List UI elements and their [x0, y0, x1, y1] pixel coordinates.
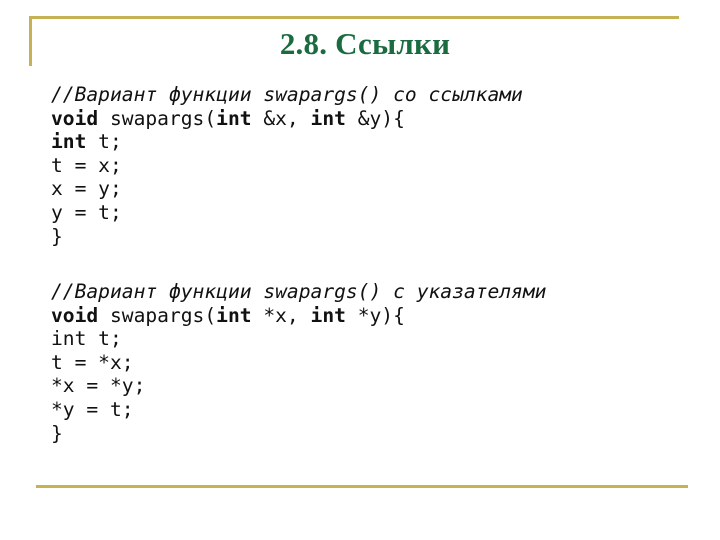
top-rule-divider	[29, 16, 679, 19]
code-text: *y){	[345, 303, 405, 327]
code-text: }	[51, 224, 63, 248]
code-comment-line: //Вариант функции swapargs() со ссылками	[51, 83, 523, 107]
code-text: int t;	[51, 327, 122, 351]
code-keyword: void	[51, 303, 99, 327]
code-text: *x = *y;	[51, 374, 146, 398]
code-keyword: int	[216, 106, 252, 130]
code-text: t;	[86, 130, 122, 154]
code-line: void swapargs(int &x, int &y){	[51, 107, 523, 131]
code-keyword: int	[310, 303, 346, 327]
code-text: &y){	[345, 106, 405, 130]
code-keyword: void	[51, 106, 99, 130]
code-keyword: int	[310, 106, 346, 130]
code-text: t = *x;	[51, 350, 134, 374]
code-line: *y = t;	[51, 398, 546, 422]
code-comment-line: //Вариант функции swapargs() с указателя…	[51, 280, 546, 304]
code-line: int t;	[51, 327, 546, 351]
code-text: swapargs(	[98, 303, 217, 327]
code-keyword: int	[216, 303, 252, 327]
code-line: int t;	[51, 130, 523, 154]
code-line: t = x;	[51, 154, 523, 178]
code-text: y = t;	[51, 200, 122, 224]
code-text: *x,	[251, 303, 311, 327]
code-text: x = y;	[51, 177, 122, 201]
code-block-pointers: //Вариант функции swapargs() с указателя…	[51, 280, 546, 445]
code-line: x = y;	[51, 177, 523, 201]
slide-title: 2.8. Ссылки	[279, 26, 451, 61]
code-text: }	[51, 421, 63, 445]
code-text: *y = t;	[51, 397, 134, 421]
code-line: y = t;	[51, 201, 523, 225]
code-line: *x = *y;	[51, 374, 546, 398]
code-text: t = x;	[51, 153, 122, 177]
code-block-references: //Вариант функции swapargs() со ссылками…	[51, 83, 523, 248]
code-line: }	[51, 225, 523, 249]
code-line: void swapargs(int *x, int *y){	[51, 304, 546, 328]
code-comment: //Вариант функции swapargs() с указателя…	[51, 280, 547, 303]
bottom-rule-divider	[36, 485, 688, 488]
code-comment: //Вариант функции swapargs() со ссылками	[51, 83, 523, 106]
code-keyword: int	[51, 130, 87, 154]
code-text: swapargs(	[98, 106, 217, 130]
code-line: t = *x;	[51, 351, 546, 375]
slide: 2.8. Ссылки //Вариант функции swapargs()…	[0, 0, 720, 540]
code-text: &x,	[251, 106, 311, 130]
code-line: }	[51, 422, 546, 446]
